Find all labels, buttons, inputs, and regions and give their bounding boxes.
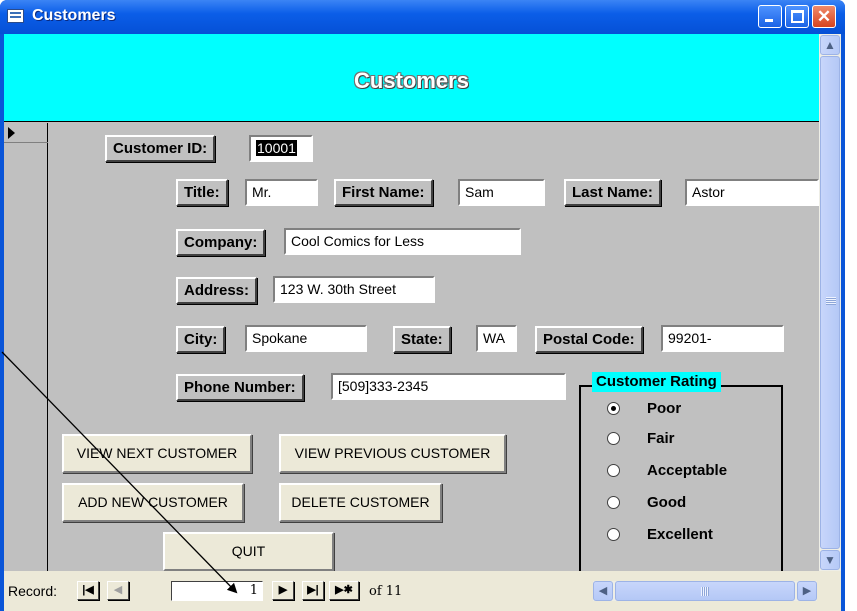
- postal-code-field[interactable]: 99201-: [661, 325, 784, 352]
- form-header: Customers: [4, 34, 819, 122]
- radio-unselected-icon[interactable]: [607, 432, 620, 445]
- title-bar: Customers ✕: [0, 0, 845, 34]
- customer-rating-title: Customer Rating: [592, 372, 721, 392]
- state-label: State:: [393, 326, 451, 353]
- rating-option-label: Good: [647, 494, 687, 511]
- radio-selected-icon[interactable]: [607, 402, 620, 415]
- vertical-scroll-thumb[interactable]: [820, 56, 840, 549]
- horizontal-scrollbar[interactable]: ◀ ▶: [593, 581, 817, 601]
- scroll-up-icon[interactable]: ▲: [820, 35, 840, 55]
- scroll-left-icon[interactable]: ◀: [593, 581, 613, 601]
- title-label: Title:: [176, 179, 228, 206]
- view-previous-customer-button[interactable]: VIEW PREVIOUS CUSTOMER: [279, 434, 506, 473]
- radio-unselected-icon[interactable]: [607, 528, 620, 541]
- address-field[interactable]: 123 W. 30th Street: [273, 276, 435, 303]
- scroll-grip-icon: [826, 297, 836, 305]
- horizontal-scroll-thumb[interactable]: [615, 581, 795, 601]
- minimize-button[interactable]: [758, 5, 782, 28]
- rating-option-label: Acceptable: [647, 462, 728, 479]
- current-record-input[interactable]: 1: [171, 581, 263, 601]
- first-name-field[interactable]: Sam: [458, 179, 545, 206]
- city-field[interactable]: Spokane: [245, 325, 367, 352]
- record-selector[interactable]: [4, 123, 48, 571]
- previous-record-button[interactable]: ◀: [107, 581, 129, 600]
- company-label: Company:: [176, 229, 266, 256]
- rating-option-label: Poor: [647, 400, 682, 417]
- close-button[interactable]: ✕: [812, 5, 836, 28]
- close-icon: ✕: [816, 7, 832, 26]
- title-field[interactable]: Mr.: [245, 179, 318, 206]
- maximize-icon: [791, 10, 804, 23]
- new-record-button[interactable]: ▶✱: [329, 581, 359, 600]
- customer-id-field[interactable]: 10001: [249, 135, 313, 162]
- next-record-button[interactable]: ▶: [272, 581, 294, 600]
- access-form-window: Customers ✕ Customers Customer ID: 10001…: [0, 0, 845, 611]
- last-record-button[interactable]: ▶|: [302, 581, 324, 600]
- customer-id-label: Customer ID:: [105, 135, 216, 162]
- form-client-area: Customers Customer ID: 10001 Title: Mr. …: [4, 34, 841, 611]
- company-field[interactable]: Cool Comics for Less: [284, 228, 521, 255]
- radio-unselected-icon[interactable]: [607, 464, 620, 477]
- quit-button[interactable]: QUIT: [163, 532, 334, 571]
- radio-unselected-icon[interactable]: [607, 496, 620, 509]
- delete-customer-button[interactable]: DELETE CUSTOMER: [279, 483, 442, 522]
- customer-id-value: 10001: [256, 140, 297, 156]
- record-count: of 11: [369, 584, 403, 599]
- last-name-field[interactable]: Astor: [685, 179, 819, 206]
- minimize-icon: [765, 19, 773, 22]
- first-name-label: First Name:: [334, 179, 433, 206]
- current-record-arrow-icon: [4, 123, 48, 143]
- last-name-label: Last Name:: [564, 179, 661, 206]
- state-field[interactable]: WA: [476, 325, 517, 352]
- phone-number-label: Phone Number:: [176, 374, 304, 401]
- form-view-icon: [7, 9, 24, 23]
- scroll-grip-icon: [701, 587, 709, 596]
- maximize-button[interactable]: [785, 5, 809, 28]
- record-label: Record:: [8, 583, 58, 599]
- add-new-customer-button[interactable]: ADD NEW CUSTOMER: [62, 483, 244, 522]
- scroll-down-icon[interactable]: ▼: [820, 550, 840, 570]
- rating-option-label: Excellent: [647, 526, 713, 543]
- record-navigation-bar: Record: |◀ ◀ 1 ▶ ▶| ▶✱ of 11 ◀ ▶: [4, 571, 841, 611]
- scroll-right-icon[interactable]: ▶: [797, 581, 817, 601]
- form-header-title: Customers: [354, 68, 469, 93]
- phone-number-field[interactable]: [509]333-2345: [331, 373, 566, 400]
- address-label: Address:: [176, 277, 258, 304]
- postal-code-label: Postal Code:: [535, 326, 643, 353]
- window-title: Customers: [32, 7, 116, 24]
- view-next-customer-button[interactable]: VIEW NEXT CUSTOMER: [62, 434, 252, 473]
- vertical-scrollbar[interactable]: ▲ ▼: [819, 34, 841, 571]
- first-record-button[interactable]: |◀: [77, 581, 99, 600]
- rating-option-label: Fair: [647, 430, 675, 447]
- city-label: City:: [176, 326, 226, 353]
- form-detail-section: Customer ID: 10001 Title: Mr. First Name…: [49, 123, 819, 583]
